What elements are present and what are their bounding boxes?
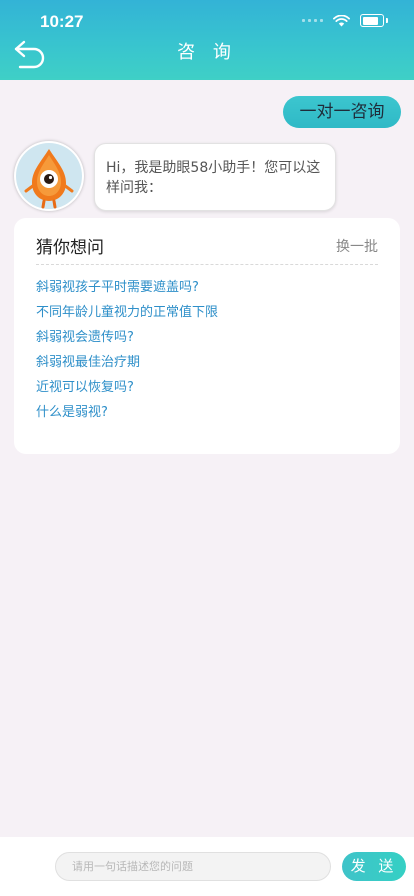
assistant-avatar — [14, 141, 84, 211]
composer-bar: 发 送 — [0, 837, 414, 896]
battery-icon — [360, 14, 384, 27]
question-link[interactable]: 近视可以恢复吗? — [36, 378, 218, 403]
question-list: 斜弱视孩子平时需要遮盖吗? 不同年龄儿童视力的正常值下限 斜弱视会遗传吗? 斜弱… — [36, 278, 218, 428]
send-button[interactable]: 发 送 — [342, 852, 406, 881]
status-icons — [302, 14, 388, 27]
battery-tip — [386, 18, 388, 23]
suggested-questions-card: 猜你想问 换一批 斜弱视孩子平时需要遮盖吗? 不同年龄儿童视力的正常值下限 斜弱… — [14, 218, 400, 454]
question-link[interactable]: 不同年龄儿童视力的正常值下限 — [36, 303, 218, 328]
question-link[interactable]: 斜弱视孩子平时需要遮盖吗? — [36, 278, 218, 303]
suggestions-title: 猜你想问 — [36, 238, 104, 258]
assistant-message-bubble: Hi，我是助眼58小助手！您可以这样问我： — [94, 143, 336, 211]
wifi-icon — [333, 14, 350, 26]
question-link[interactable]: 斜弱视最佳治疗期 — [36, 353, 218, 378]
refresh-batch-button[interactable]: 换一批 — [336, 236, 378, 256]
assistant-greeting-text: Hi，我是助眼58小助手！您可以这样问我： — [106, 160, 321, 196]
page-title: 咨 询 — [177, 42, 237, 63]
status-time: 10:27 — [40, 12, 84, 31]
one-on-one-consult-button[interactable]: 一对一咨询 — [283, 96, 401, 128]
question-link[interactable]: 斜弱视会遗传吗? — [36, 328, 218, 353]
question-input[interactable] — [55, 852, 331, 881]
question-link[interactable]: 什么是弱视? — [36, 403, 218, 428]
top-header: 10:27 咨 询 — [0, 0, 414, 80]
mascot-eye-avatar-icon — [16, 143, 82, 209]
divider — [36, 264, 378, 265]
cellular-signal-icon — [302, 19, 323, 22]
